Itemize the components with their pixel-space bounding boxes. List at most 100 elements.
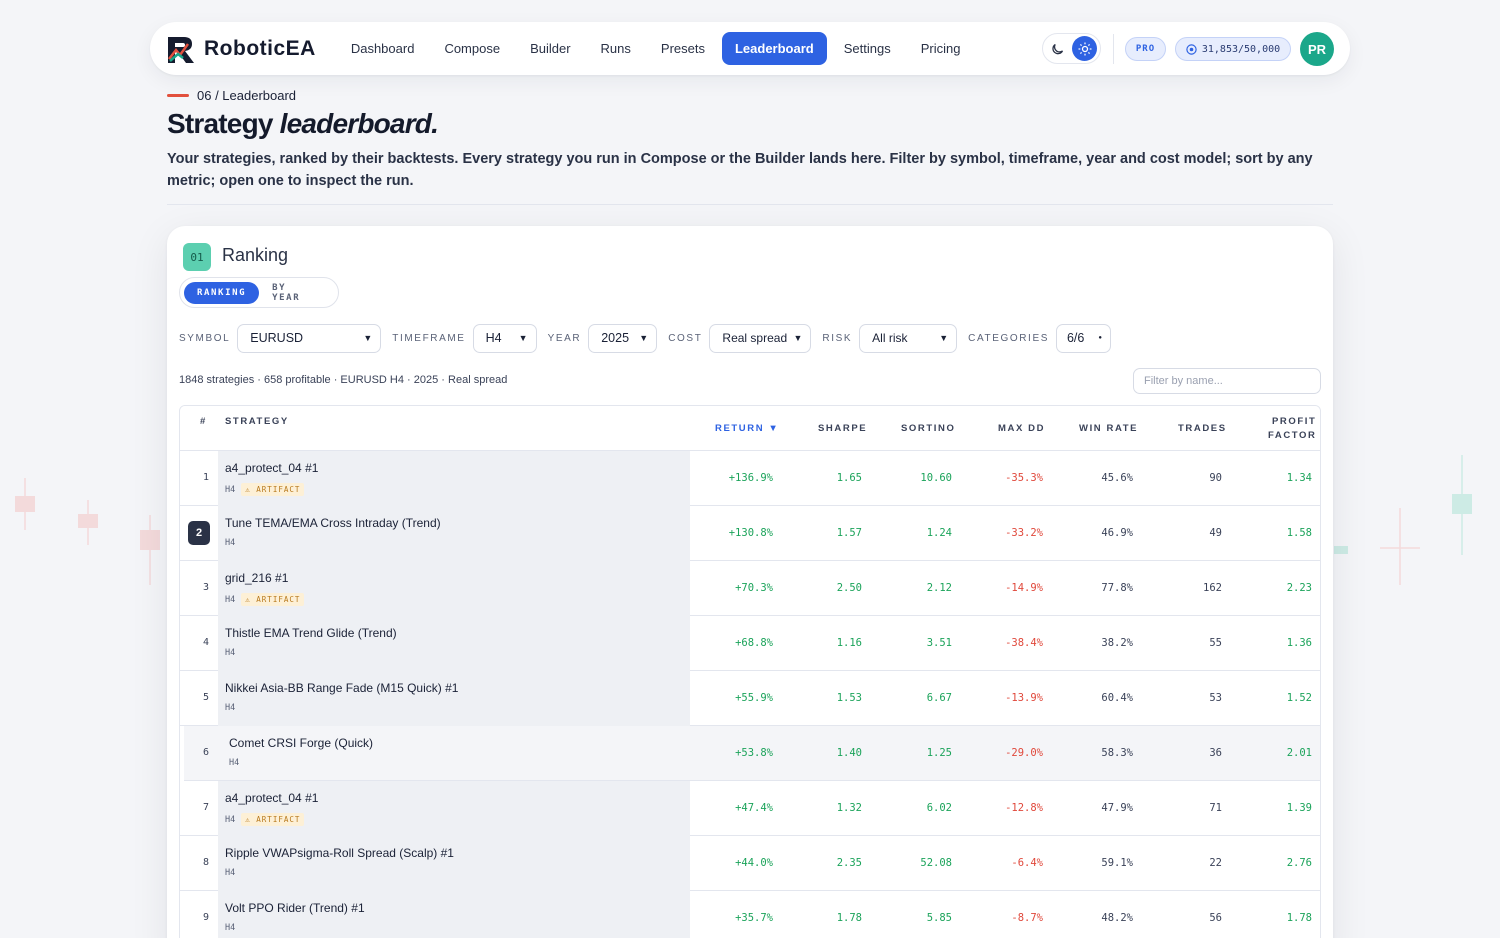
cost-select[interactable]: Real spread ▼	[709, 323, 812, 353]
strategy-name[interactable]: Nikkei Asia-BB Range Fade (M15 Quick) #1	[225, 681, 458, 695]
nav-settings[interactable]: Settings	[831, 32, 904, 65]
win-rate-cell: 38.2%	[1101, 637, 1133, 649]
header-trades[interactable]: TRADES	[1178, 423, 1227, 434]
strategy-meta: H4 ⚠ ARTIFACT	[225, 593, 305, 606]
sharpe-cell: 2.50	[836, 582, 862, 594]
table-row[interactable]: 5 Nikkei Asia-BB Range Fade (M15 Quick) #…	[180, 671, 1320, 726]
strategy-name[interactable]: Ripple VWAPsigma-Roll Spread (Scalp) #1	[225, 846, 454, 860]
profit-factor-cell: 2.23	[1286, 582, 1312, 594]
strategy-name[interactable]: Tune TEMA/EMA Cross Intraday (Trend)	[225, 516, 441, 530]
strategy-meta: H4	[225, 868, 235, 878]
credits-badge[interactable]: 31,853/50,000	[1175, 37, 1291, 61]
theme-toggle[interactable]	[1042, 33, 1101, 64]
profit-factor-cell: 1.39	[1286, 802, 1312, 814]
header-sharpe[interactable]: SHARPE	[818, 423, 867, 434]
leaderboard-table: # STRATEGY RETURN ▼ SHARPE SORTINO MAX D…	[179, 405, 1321, 938]
nav-leaderboard[interactable]: Leaderboard	[721, 32, 827, 65]
year-select[interactable]: 2025 ▼	[588, 323, 658, 353]
table-row[interactable]: 6 Comet CRSI Forge (Quick) H4 +53.8% 1.40 1.2…	[184, 726, 1320, 781]
sharpe-cell: 1.53	[836, 692, 862, 704]
plan-badge[interactable]: PRO	[1125, 37, 1166, 61]
rank-number: 1	[202, 472, 210, 483]
breadcrumb-accent	[167, 94, 189, 97]
artifact-badge: ⚠ ARTIFACT	[241, 593, 305, 606]
header-sortino[interactable]: SORTINO	[901, 423, 955, 434]
tab-by-year[interactable]: BY YEAR	[259, 277, 334, 309]
trades-cell: 36	[1209, 747, 1222, 759]
strategy-name[interactable]: Volt PPO Rider (Trend) #1	[225, 901, 365, 915]
chevron-down-icon: ▼	[639, 333, 649, 343]
max-dd-cell: -29.0%	[1005, 747, 1043, 759]
strategy-cell-bg	[218, 836, 690, 891]
tab-ranking[interactable]: RANKING	[184, 281, 260, 304]
dropdown-dot-icon: ●	[1098, 335, 1102, 341]
risk-select[interactable]: All risk ▼	[859, 323, 958, 353]
table-row[interactable]: 2 Tune TEMA/EMA Cross Intraday (Trend) H4 +…	[180, 506, 1320, 561]
rank-number: 5	[202, 692, 210, 703]
timeframe-tag: H4	[225, 703, 236, 713]
page-title-italic: leaderboard.	[279, 108, 439, 139]
moon-icon[interactable]	[1051, 42, 1065, 56]
header-return[interactable]: RETURN ▼	[715, 423, 779, 434]
chevron-down-icon: ▼	[939, 333, 949, 343]
trades-cell: 71	[1209, 802, 1222, 814]
filter-bar: SYMBOL EURUSD ▼ TIMEFRAME H4 ▼ YEAR 2025…	[179, 323, 1122, 353]
table-row[interactable]: 1 a4_protect_04 #1 H4 ⚠ ARTIFACT +136.9% 1.65…	[180, 451, 1320, 506]
breadcrumb: 06 / Leaderboard	[167, 88, 296, 103]
nav-dashboard[interactable]: Dashboard	[338, 32, 428, 65]
table-row[interactable]: 3 grid_216 #1 H4 ⚠ ARTIFACT +70.3% 2.50 2.12 -1…	[180, 561, 1320, 616]
sharpe-cell: 1.57	[836, 527, 862, 539]
cost-label: COST	[668, 332, 703, 344]
sun-icon	[1078, 42, 1091, 55]
strategy-name[interactable]: grid_216 #1	[225, 571, 288, 585]
user-avatar[interactable]: PR	[1300, 32, 1334, 66]
header-profit-factor-1[interactable]: PROFIT	[1272, 416, 1316, 427]
table-row[interactable]: 8 Ripple VWAPsigma-Roll Spread (Scalp) #1…	[180, 836, 1320, 891]
nav-runs[interactable]: Runs	[588, 32, 644, 65]
strategy-name[interactable]: Comet CRSI Forge (Quick)	[229, 736, 373, 750]
trades-cell: 162	[1203, 582, 1222, 594]
symbol-select[interactable]: EURUSD ▼	[237, 323, 382, 353]
categories-select[interactable]: 6/6 ●	[1055, 323, 1111, 353]
strategy-meta: H4	[229, 758, 239, 768]
nav-compose[interactable]: Compose	[431, 32, 513, 65]
sortino-cell: 3.51	[926, 637, 952, 649]
header-max-dd[interactable]: MAX DD	[998, 423, 1045, 434]
timeframe-label: TIMEFRAME	[392, 332, 466, 344]
table-row[interactable]: 7 a4_protect_04 #1 H4 ⚠ ARTIFACT +47.4% 1.32 6…	[180, 781, 1320, 836]
return-cell: +136.9%	[728, 472, 773, 484]
header-win-rate[interactable]: WIN RATE	[1079, 423, 1138, 434]
win-rate-cell: 60.4%	[1101, 692, 1133, 704]
name-filter-input[interactable]: Filter by name...	[1133, 368, 1321, 394]
strategy-meta: H4	[225, 923, 235, 933]
strategy-name[interactable]: a4_protect_04 #1	[225, 461, 318, 475]
win-rate-cell: 77.8%	[1101, 582, 1133, 594]
profit-factor-cell: 1.78	[1286, 912, 1312, 924]
logo[interactable]: RoboticEA	[166, 33, 316, 65]
table-row[interactable]: 4 Thistle EMA Trend Glide (Trend) H4 +68.8%…	[180, 616, 1320, 671]
profit-factor-cell: 1.36	[1286, 637, 1312, 649]
profit-factor-cell: 2.01	[1286, 747, 1312, 759]
trades-cell: 49	[1209, 527, 1222, 539]
nav-pricing[interactable]: Pricing	[908, 32, 974, 65]
header-profit-factor-2[interactable]: FACTOR	[1268, 430, 1316, 441]
max-dd-cell: -33.2%	[1005, 527, 1043, 539]
nav-presets[interactable]: Presets	[648, 32, 718, 65]
max-dd-cell: -12.8%	[1005, 802, 1043, 814]
rank-number: 7	[202, 802, 210, 813]
table-row[interactable]: 9 Volt PPO Rider (Trend) #1 H4 +35.7% 1.78 5.…	[180, 891, 1320, 938]
rank-number: 4	[202, 637, 210, 648]
sortino-cell: 1.25	[926, 747, 952, 759]
strategy-name[interactable]: a4_protect_04 #1	[225, 791, 318, 805]
light-mode-button[interactable]	[1072, 36, 1097, 61]
timeframe-select[interactable]: H4 ▼	[472, 323, 537, 353]
timeframe-tag: H4	[225, 484, 236, 495]
header-strategy[interactable]: STRATEGY	[225, 416, 289, 427]
nav-builder[interactable]: Builder	[517, 32, 583, 65]
sharpe-cell: 1.16	[836, 637, 862, 649]
strategy-name[interactable]: Thistle EMA Trend Glide (Trend)	[225, 626, 397, 640]
profit-factor-cell: 1.52	[1286, 692, 1312, 704]
view-toggle: RANKING BY YEAR	[179, 277, 339, 308]
logo-text: RoboticEA	[204, 36, 316, 60]
sharpe-cell: 2.35	[836, 857, 862, 869]
